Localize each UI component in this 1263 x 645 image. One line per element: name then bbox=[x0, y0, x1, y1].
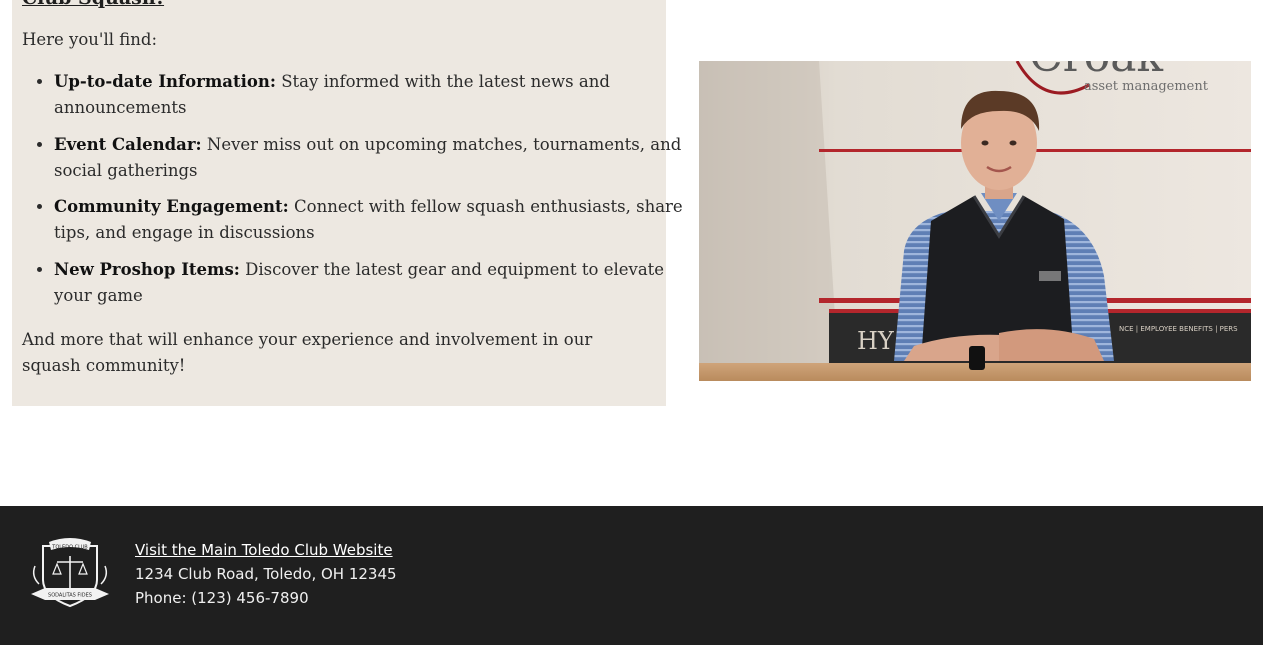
panel-heading: Club Squash! bbox=[22, 0, 164, 9]
banner-right-text: NCE | EMPLOYEE BENEFITS | PERS bbox=[1119, 325, 1238, 333]
feature-title: Community Engagement: bbox=[54, 197, 289, 216]
feature-title: New Proshop Items: bbox=[54, 259, 240, 279]
site-footer: TOLEDO CLUB SODALITAS FIDES Visit the Ma… bbox=[0, 506, 1263, 645]
crest-banner-text: SODALITAS FIDES bbox=[48, 593, 92, 599]
info-panel: Club Squash! Here you'll find: Up-to-dat… bbox=[12, 0, 683, 406]
list-item: Up-to-date Information: Stay informed wi… bbox=[54, 69, 684, 121]
intro-text: Here you'll find: bbox=[22, 30, 158, 49]
main-club-website-link[interactable]: Visit the Main Toledo Club Website bbox=[135, 538, 397, 562]
feature-list: Up-to-date Information: Stay informed wi… bbox=[22, 69, 684, 319]
list-item: Community Engagement: Connect with fello… bbox=[54, 194, 684, 246]
crest-top-text: TOLEDO CLUB bbox=[51, 545, 88, 551]
feature-title: Up-to-date Information: bbox=[54, 72, 276, 91]
footer-contact: Visit the Main Toledo Club Website 1234 … bbox=[135, 538, 397, 610]
squash-pro-photo: Croak asset management HY NCE | EMPLOYEE… bbox=[699, 61, 1251, 381]
toledo-club-crest-logo: TOLEDO CLUB SODALITAS FIDES bbox=[31, 538, 109, 608]
wall-sign-subtext: asset management bbox=[1084, 79, 1209, 94]
footer-address: 1234 Club Road, Toledo, OH 12345 bbox=[135, 565, 397, 583]
feature-title: Event Calendar: bbox=[54, 134, 202, 154]
list-item: New Proshop Items: Discover the latest g… bbox=[54, 257, 684, 309]
banner-text: HY bbox=[857, 327, 895, 355]
photo-illustration: Croak asset management HY NCE | EMPLOYEE… bbox=[699, 61, 1251, 381]
footer-phone: Phone: (123) 456-7890 bbox=[135, 589, 309, 607]
list-item: Event Calendar: Never miss out on upcomi… bbox=[54, 132, 684, 184]
closing-text: And more that will enhance your experien… bbox=[22, 330, 593, 375]
